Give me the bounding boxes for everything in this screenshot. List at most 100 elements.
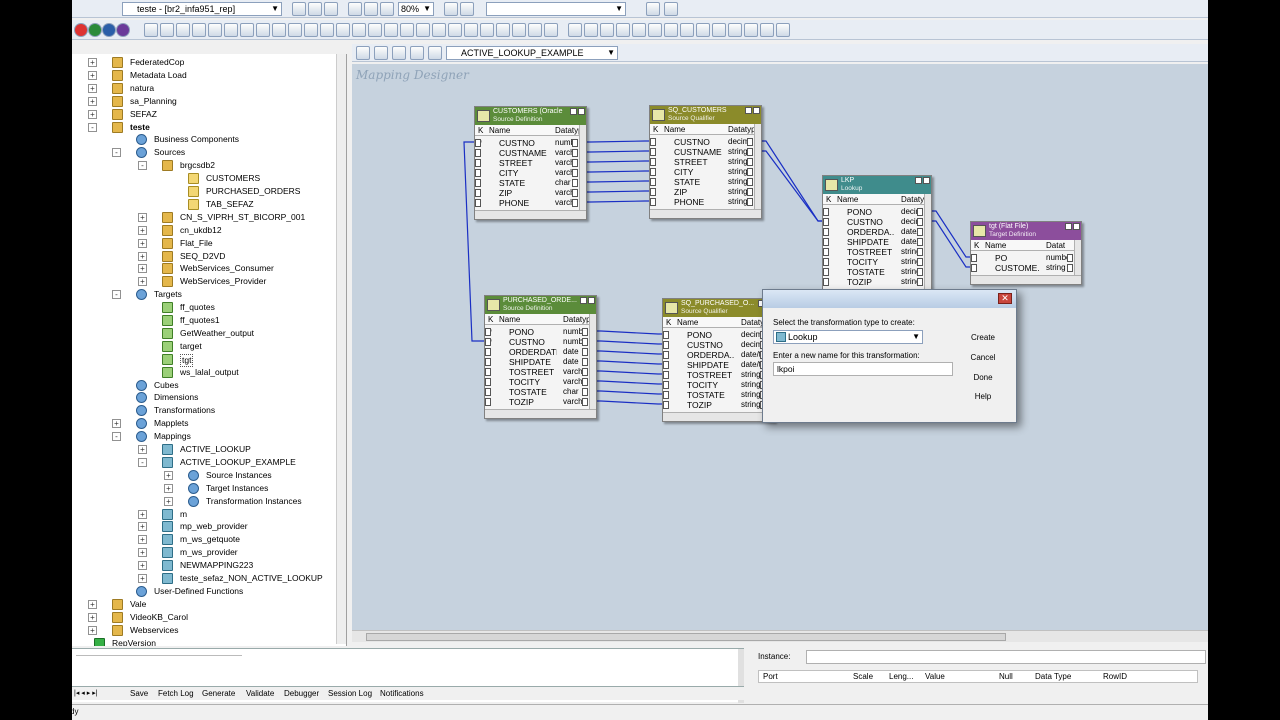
port-input-connector[interactable] xyxy=(475,179,481,187)
router-icon[interactable] xyxy=(256,23,270,37)
mapplet-icon[interactable] xyxy=(432,23,446,37)
tool-icon[interactable] xyxy=(584,23,598,37)
port-input-connector[interactable] xyxy=(650,158,656,166)
port-row[interactable]: CITY string xyxy=(650,167,761,177)
port-output-connector[interactable] xyxy=(747,188,753,196)
transformation-hscrollbar[interactable] xyxy=(475,210,586,219)
tree-item[interactable]: RepVersion xyxy=(72,637,336,646)
port-output-connector[interactable] xyxy=(572,179,578,187)
tree-item[interactable]: + Mapplets xyxy=(72,417,336,430)
custom-icon[interactable] xyxy=(448,23,462,37)
transformation-hscrollbar[interactable] xyxy=(663,412,774,421)
tree-item[interactable]: Cubes xyxy=(72,379,336,392)
port-input-connector[interactable] xyxy=(485,358,491,366)
arrange-icon[interactable] xyxy=(428,46,442,60)
port-output-connector[interactable] xyxy=(917,218,923,226)
record-icon[interactable] xyxy=(74,23,88,37)
port-row[interactable]: ♀CUSTNOnumbe xyxy=(485,337,596,347)
collapse-icon[interactable]: - xyxy=(112,290,121,300)
cancel-button[interactable]: Cancel xyxy=(963,350,1003,366)
port-output-connector[interactable] xyxy=(582,328,588,336)
port-input-connector[interactable] xyxy=(971,264,977,272)
transformation-vscrollbar[interactable] xyxy=(754,124,761,209)
tree-item[interactable]: + ACTIVE_LOOKUP xyxy=(72,443,336,456)
workspace-scrollbar[interactable] xyxy=(352,630,1208,642)
tree-item[interactable]: tgt xyxy=(72,353,336,367)
port-input-connector[interactable] xyxy=(823,248,829,256)
port-row[interactable]: CUSTNOdecimal xyxy=(823,217,931,227)
java-icon[interactable] xyxy=(480,23,494,37)
transformation-vscrollbar[interactable] xyxy=(1074,240,1081,275)
port-output-connector[interactable] xyxy=(917,228,923,236)
port-link[interactable] xyxy=(595,350,664,355)
port-output-connector[interactable] xyxy=(917,248,923,256)
tool-icon[interactable] xyxy=(696,23,710,37)
port-output-connector[interactable] xyxy=(572,169,578,177)
port-link[interactable] xyxy=(585,150,651,153)
expand-icon[interactable]: + xyxy=(138,535,147,545)
arrange-icon[interactable] xyxy=(410,46,424,60)
port-row[interactable]: ZIP string xyxy=(650,187,761,197)
port-output-connector[interactable] xyxy=(582,348,588,356)
port-output-connector[interactable] xyxy=(572,159,578,167)
port-input-connector[interactable] xyxy=(475,159,481,167)
port-output-connector[interactable] xyxy=(747,198,753,206)
port-input-connector[interactable] xyxy=(663,391,669,399)
port-output-connector[interactable] xyxy=(917,268,923,276)
monitor-m-icon[interactable] xyxy=(116,23,130,37)
tree-item[interactable]: + Flat_File xyxy=(72,237,336,250)
port-input-connector[interactable] xyxy=(485,368,491,376)
tree-item[interactable]: PURCHASED_ORDERS xyxy=(72,185,336,198)
tree-item[interactable]: + m_ws_provider xyxy=(72,546,336,559)
port-row[interactable]: STATE string xyxy=(650,177,761,187)
mapping-combo[interactable]: ACTIVE_LOOKUP_EXAMPLE ▼ xyxy=(446,46,618,60)
expand-icon[interactable]: + xyxy=(88,599,97,609)
port-input-connector[interactable] xyxy=(823,218,829,226)
tool-icon[interactable] xyxy=(648,23,662,37)
http-icon[interactable] xyxy=(512,23,526,37)
tree-item[interactable]: + m_ws_getquote xyxy=(72,533,336,546)
midstream-icon[interactable] xyxy=(496,23,510,37)
zoom-out-icon[interactable] xyxy=(348,2,362,16)
port-input-connector[interactable] xyxy=(823,268,829,276)
tree-item[interactable]: Business Components xyxy=(72,133,336,146)
port-row[interactable]: STREET varch xyxy=(475,158,586,168)
port-row[interactable]: TOCITY string xyxy=(663,380,774,390)
port-output-connector[interactable] xyxy=(747,158,753,166)
port-output-connector[interactable] xyxy=(917,278,923,286)
window-icon[interactable] xyxy=(664,2,678,16)
tree-item[interactable]: + Metadata Load xyxy=(72,69,336,82)
zoom-combo[interactable]: 80% ▼ xyxy=(398,2,434,16)
port-link[interactable] xyxy=(595,380,664,385)
tree-item[interactable]: + NEWMAPPING223 xyxy=(72,559,336,572)
port-input-connector[interactable] xyxy=(475,149,481,157)
port-row[interactable]: ZIP varch xyxy=(475,188,586,198)
expand-icon[interactable]: + xyxy=(88,625,97,635)
transformation-purchased[interactable]: PURCHASED_ORDE... Source Definition K Name D… xyxy=(484,295,597,419)
transformation-sq_customers[interactable]: SQ_CUSTOMERS Source Qualifier K Name Datatyp… xyxy=(649,105,762,219)
tool-icon[interactable] xyxy=(728,23,742,37)
port-row[interactable]: ORDERDA... date/time xyxy=(663,350,774,360)
port-link[interactable] xyxy=(595,360,664,365)
expand-icon[interactable]: + xyxy=(138,509,147,519)
tool-icon[interactable] xyxy=(760,23,774,37)
port-input-connector[interactable] xyxy=(475,169,481,177)
port-input-connector[interactable] xyxy=(485,338,491,346)
port-link[interactable] xyxy=(930,220,972,268)
expand-icon[interactable]: + xyxy=(88,70,97,80)
port-input-connector[interactable] xyxy=(485,348,491,356)
port-link[interactable] xyxy=(585,160,651,163)
tree-item[interactable]: + Vale xyxy=(72,598,336,611)
port-row[interactable]: SHIPDATEdate/time xyxy=(823,237,931,247)
port-row[interactable]: PHONE string xyxy=(650,197,761,207)
tab-save[interactable]: Save xyxy=(130,688,148,700)
transformation-name-input[interactable]: lkpoi xyxy=(773,362,953,376)
help-icon[interactable] xyxy=(580,297,587,304)
tree-item[interactable]: + VideoKB_Carol xyxy=(72,611,336,624)
tool-icon[interactable] xyxy=(444,2,458,16)
stored-procedure-icon[interactable] xyxy=(384,23,398,37)
help-icon[interactable] xyxy=(915,177,922,184)
tree-item[interactable]: - teste xyxy=(72,121,336,134)
port-input-connector[interactable] xyxy=(663,381,669,389)
aggregator-icon[interactable] xyxy=(240,23,254,37)
